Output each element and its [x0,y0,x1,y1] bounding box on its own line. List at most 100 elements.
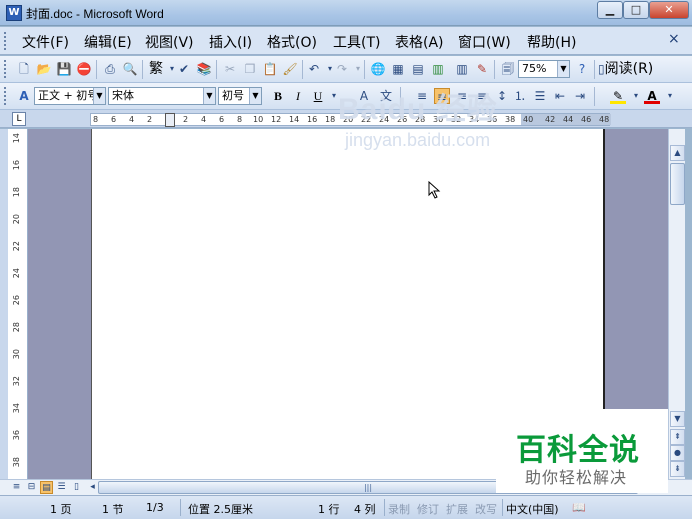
menu-file[interactable]: 文件(F) [22,32,69,52]
status-separator [502,499,503,516]
help-icon[interactable]: ? [574,61,590,77]
vertical-scrollbar[interactable]: ▲ ▼ ⇞ ● ⇟ [668,129,685,479]
spelling-icon[interactable]: ✔ [176,61,192,77]
close-button[interactable]: ✕ [649,1,689,19]
menu-help[interactable]: 帮助(H) [527,32,576,52]
decrease-indent-icon[interactable]: ⇤ [552,88,568,104]
select-browse-object-icon[interactable]: ● [670,445,685,461]
increase-indent-icon[interactable]: ⇥ [572,88,588,104]
ruler-tick: 20 [12,214,21,225]
ruler-tick: 2 [183,115,189,124]
traditional-chinese-icon[interactable]: 繁 [148,61,164,77]
formatting-toolbar-grip-handle[interactable] [4,87,8,105]
research-icon[interactable]: 📚 [196,61,212,77]
document-close-icon[interactable]: × [668,31,680,47]
toolbar-separator [142,60,143,79]
maximize-button[interactable]: □ [623,1,649,19]
redo-icon[interactable]: ↷ [334,61,350,77]
word-app-icon[interactable]: W [6,5,22,21]
status-pages: 1/3 [146,501,164,514]
font-select[interactable]: 宋体 ▼ [108,87,216,105]
cut-icon[interactable]: ✂ [222,61,238,77]
hyperlink-icon[interactable]: 🌐 [370,61,386,77]
print-preview-icon[interactable]: 🔍 [122,61,138,77]
insert-excel-icon[interactable]: ▥ [430,61,446,77]
zoom-dropdown-icon[interactable]: ▼ [557,61,569,77]
window-title: 封面.doc - Microsoft Word [26,7,164,21]
menu-table[interactable]: 表格(A) [395,32,444,52]
undo-icon[interactable]: ↶ [306,61,322,77]
status-record[interactable]: 录制 [388,501,410,517]
print-icon[interactable]: ⎙ [102,61,118,77]
ruler-tick: 30 [12,349,21,360]
document-map-icon[interactable]: 🗐 [500,61,516,77]
font-dropdown-icon[interactable]: ▼ [203,88,215,104]
tab-selector[interactable]: L [12,112,26,126]
print-layout-view-icon[interactable]: ▤ [40,481,53,494]
previous-page-icon[interactable]: ⇞ [670,429,685,445]
mouse-cursor-icon [428,181,441,199]
zoom-select[interactable]: 75% ▼ [518,60,570,78]
left-strip [0,129,8,479]
save-icon[interactable]: 💾 [56,61,72,77]
vertical-ruler[interactable]: 14 16 18 20 22 24 26 28 30 32 34 36 38 [8,129,28,479]
read-label: 阅读(R) [604,61,654,77]
style-select[interactable]: 正文 + 初号 ▼ [34,87,106,105]
toolbar-separator [594,60,595,79]
font-size-value: 初号 [222,89,244,102]
drawing-icon[interactable]: ✎ [474,61,490,77]
menu-bar: 文件(F) 编辑(E) 视图(V) 插入(I) 格式(O) 工具(T) 表格(A… [0,27,692,55]
status-section: 1 节 [102,503,124,516]
bold-button[interactable]: B [270,88,286,104]
ruler-tick: 38 [12,457,21,468]
bullets-icon[interactable]: ☰ [532,88,548,104]
new-icon[interactable]: 🗋 [16,61,32,77]
spelling-status-icon[interactable]: 📖 [572,501,586,514]
tables-borders-icon[interactable]: ▦ [390,61,406,77]
font-color-icon[interactable]: A [644,88,660,104]
menu-window[interactable]: 窗口(W) [458,32,511,52]
vertical-scroll-thumb[interactable] [670,163,685,205]
numbering-icon[interactable]: ⒈ [512,88,528,104]
format-painter-icon[interactable]: 🖌 [282,61,298,77]
read-button[interactable]: ▯阅读(R) [598,60,653,79]
menu-format[interactable]: 格式(O) [267,32,317,52]
font-size-select[interactable]: 初号 ▼ [218,87,262,105]
ruler-tick: 22 [12,241,21,252]
font-color-dropdown-icon[interactable]: ▾ [662,88,678,104]
menu-view[interactable]: 视图(V) [145,32,194,52]
status-track-changes[interactable]: 修订 [417,501,439,517]
menu-edit[interactable]: 编辑(E) [84,32,132,52]
menu-tools[interactable]: 工具(T) [333,32,380,52]
copy-icon[interactable]: ❐ [242,61,258,77]
minimize-button[interactable]: ▁ [597,1,623,19]
highlight-icon[interactable]: ✎ [610,88,626,104]
scroll-up-icon[interactable]: ▲ [670,145,685,161]
columns-icon[interactable]: ▥ [454,61,470,77]
styles-formatting-icon[interactable]: A [16,88,32,104]
next-page-icon[interactable]: ⇟ [670,461,685,477]
font-size-dropdown-icon[interactable]: ▼ [249,88,261,104]
style-dropdown-icon[interactable]: ▼ [93,88,105,104]
standard-toolbar-grip-handle[interactable] [4,60,8,78]
open-icon[interactable]: 📂 [36,61,52,77]
web-layout-view-icon[interactable]: ⊟ [25,481,38,494]
insert-table-icon[interactable]: ▤ [410,61,426,77]
normal-view-icon[interactable]: ≡ [10,481,23,494]
outline-view-icon[interactable]: ☰ [55,481,68,494]
scroll-down-icon[interactable]: ▼ [670,411,685,427]
menubar-grip-handle[interactable] [4,32,8,50]
reading-layout-view-icon[interactable]: ▯ [70,481,83,494]
status-line: 1 行 [318,503,340,516]
underline-button[interactable]: U [310,88,326,104]
italic-button[interactable]: I [290,88,306,104]
status-overtype[interactable]: 改写 [475,501,497,517]
menu-insert[interactable]: 插入(I) [209,32,252,52]
ruler-tick: 32 [12,376,21,387]
status-column: 4 列 [354,503,376,516]
indent-marker[interactable] [165,113,175,127]
status-extend[interactable]: 扩展 [446,501,468,517]
highlight-dropdown-icon[interactable]: ▾ [628,88,644,104]
permission-icon[interactable]: ⛔ [76,61,92,77]
paste-icon[interactable]: 📋 [262,61,278,77]
